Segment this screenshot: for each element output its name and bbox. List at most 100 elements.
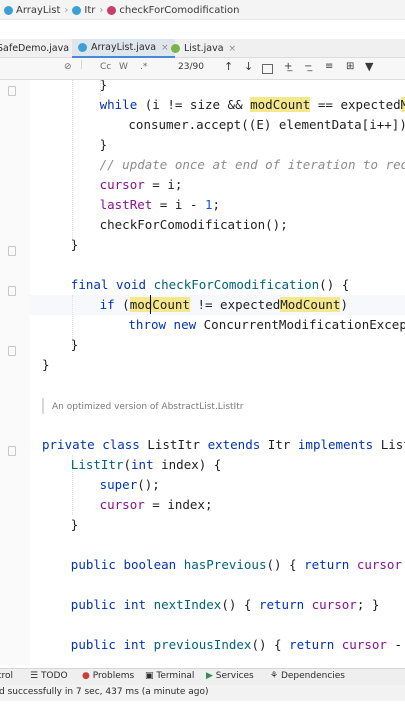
- tool-window-control[interactable]: trol: [0, 671, 13, 681]
- code-token: nextIndex: [153, 597, 222, 612]
- code-token: checkForComodification();: [99, 217, 288, 232]
- tool-window-services[interactable]: ▶ Services: [206, 671, 254, 681]
- code-token: = i -: [152, 197, 205, 212]
- match-count: 23/90: [178, 62, 204, 72]
- doc-hint-bar: [42, 398, 44, 414]
- code-token: public boolean: [70, 557, 184, 572]
- code-token: != expected: [189, 297, 281, 312]
- fold-marker[interactable]: [8, 86, 16, 96]
- tab-list[interactable]: List.java ×: [171, 39, 236, 58]
- code-token: checkForComodification: [153, 277, 320, 292]
- fold-marker[interactable]: [8, 346, 16, 356]
- breadcrumb-item-method[interactable]: checkForComodification: [119, 5, 239, 16]
- tool-window-label: Problems: [92, 671, 135, 681]
- code-token: }: [70, 517, 79, 532]
- code-token: cursor: [341, 637, 387, 652]
- match-case-toggle[interactable]: Cc: [100, 62, 111, 72]
- tool-window-dependencies[interactable]: ⚘ Dependencies: [270, 671, 345, 681]
- code-line: cursor = i;: [100, 175, 183, 194]
- fold-marker[interactable]: [8, 246, 16, 256]
- code-token: ();: [137, 477, 160, 492]
- chevron-right-icon: ›: [64, 4, 69, 16]
- tab-safedemo[interactable]: SafeDemo.java ×: [0, 39, 82, 58]
- tab-arraylist[interactable]: ArrayList.java ×: [72, 39, 175, 58]
- breadcrumb-item-arraylist[interactable]: ArrayList: [16, 5, 60, 16]
- code-token: ListIt: [380, 437, 405, 452]
- code-line: private class ListItr extends Itr implem…: [42, 435, 405, 454]
- code-token: () {: [266, 557, 305, 572]
- code-line: public int previousIndex() { return curs…: [71, 635, 405, 654]
- code-token: cursor: [311, 597, 357, 612]
- code-token: extends: [207, 437, 268, 452]
- whole-words-toggle[interactable]: W: [119, 62, 128, 72]
- tool-window-todo[interactable]: ☰ TODO: [30, 671, 68, 681]
- tool-window-label: TODO: [40, 671, 68, 681]
- add-occurrence-icon[interactable]: +̲: [284, 61, 292, 72]
- close-icon[interactable]: ×: [229, 44, 237, 54]
- breadcrumb-item-itr[interactable]: Itr: [84, 5, 95, 16]
- code-token: public int: [70, 637, 154, 652]
- arrow-down-icon[interactable]: ↓: [244, 60, 253, 73]
- tool-window-label: Terminal: [156, 671, 195, 681]
- code-token: () {: [251, 637, 290, 652]
- code-token: }: [99, 137, 108, 152]
- code-token: hasPrevious: [183, 557, 267, 572]
- code-token: consumer.accept((E) elementData[i++]);: [128, 117, 405, 132]
- code-token: ; }: [356, 597, 380, 612]
- code-token: () {: [319, 277, 350, 292]
- select-all-occurrences-icon[interactable]: ≡: [325, 61, 333, 72]
- class-icon: [72, 5, 82, 15]
- tab-label: ArrayList.java: [91, 42, 157, 53]
- problems-icon: ●: [82, 671, 93, 681]
- code-token: public int: [70, 597, 154, 612]
- code-token: modCount: [250, 97, 311, 112]
- bottom-area: [0, 701, 405, 720]
- code-token: Mod: [400, 97, 405, 112]
- code-token: super: [99, 477, 138, 492]
- code-token: ListItr: [70, 457, 124, 472]
- code-line: }: [100, 80, 108, 94]
- code-token: ListItr: [147, 437, 208, 452]
- remove-occurrence-icon[interactable]: −̲: [304, 61, 312, 72]
- code-editor[interactable]: An optimized version of AbstractList.Lis…: [0, 80, 405, 665]
- code-token: ;: [212, 197, 221, 212]
- dependencies-icon: ⚘: [270, 671, 281, 681]
- fold-marker[interactable]: [8, 286, 16, 296]
- clear-search-icon[interactable]: ⊘: [64, 62, 72, 72]
- code-line: public boolean hasPrevious() { return cu…: [71, 555, 405, 574]
- tab-label: SafeDemo.java: [0, 43, 70, 54]
- code-line: }: [42, 355, 50, 374]
- close-icon[interactable]: ×: [161, 43, 169, 53]
- code-token: while: [99, 97, 138, 112]
- code-token: }: [99, 80, 108, 92]
- code-token: int: [131, 457, 162, 472]
- chevron-right-icon: ›: [99, 4, 104, 16]
- class-icon: [4, 5, 13, 15]
- code-token: -: [394, 637, 402, 652]
- code-line: consumer.accept((E) elementData[i++]);: [128, 115, 405, 134]
- arrow-up-icon[interactable]: ↑: [224, 60, 233, 73]
- tool-window-terminal[interactable]: ▣ Terminal: [145, 671, 194, 681]
- regex-toggle[interactable]: .*: [140, 62, 147, 72]
- terminal-icon: ▣: [145, 671, 157, 681]
- select-all-icon[interactable]: [262, 64, 273, 74]
- code-token: if: [99, 297, 115, 312]
- code-token: return: [289, 637, 342, 652]
- code-line: }: [71, 335, 79, 354]
- code-line: public int nextIndex() { return cursor; …: [71, 595, 380, 614]
- code-line: super();: [100, 475, 160, 494]
- code-line: }: [71, 515, 79, 534]
- filter-search-icon[interactable]: ⊞: [346, 61, 354, 72]
- fold-marker[interactable]: [8, 446, 16, 456]
- code-token: }: [42, 357, 50, 372]
- method-icon: [107, 5, 117, 15]
- code-token: ): [340, 297, 348, 312]
- code-token: (: [123, 457, 132, 472]
- tool-window-problems[interactable]: ● Problems: [82, 671, 134, 681]
- code-line: ListItr(int index) {: [71, 455, 222, 474]
- code-token: cursor: [356, 557, 402, 572]
- filter-icon[interactable]: ▼: [365, 60, 373, 73]
- tool-window-bar: trol ☰ TODO ● Problems ▣ Terminal ▶ Serv…: [0, 668, 405, 685]
- code-line: while (i != size && modCount == expected…: [100, 95, 405, 114]
- tool-window-label: Dependencies: [280, 671, 345, 681]
